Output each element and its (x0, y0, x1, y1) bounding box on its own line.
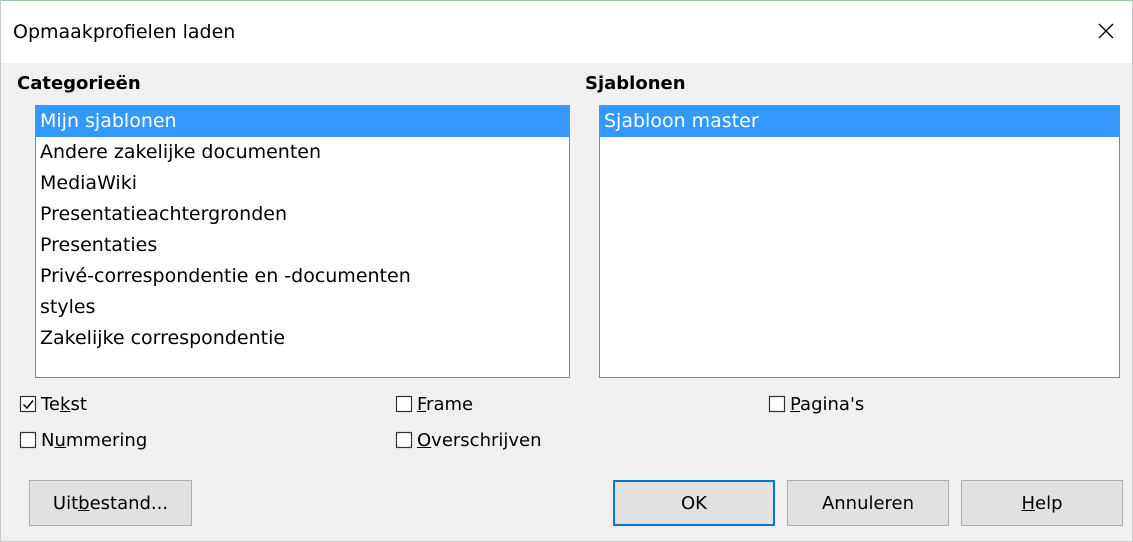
checkbox-paginas[interactable]: Pagina's (768, 394, 864, 415)
categories-list-item[interactable]: Zakelijke correspondentie (36, 323, 569, 354)
help-button[interactable]: Help (961, 480, 1123, 526)
load-styles-dialog: Opmaakprofielen laden Categorieën Mijn s… (0, 0, 1133, 542)
templates-label: Sjablonen (585, 73, 686, 94)
categories-listbox[interactable]: Mijn sjablonen Andere zakelijke documente… (35, 105, 570, 378)
categories-list-item[interactable]: Presentaties (36, 230, 569, 261)
templates-listbox[interactable]: Sjabloon master (599, 105, 1120, 378)
close-icon (1098, 23, 1114, 39)
checkbox-overschrijven-label: Overschrijven (417, 430, 542, 451)
categories-list-item[interactable]: Mijn sjablonen (36, 106, 569, 137)
dialog-title: Opmaakprofielen laden (13, 21, 236, 43)
categories-list-item[interactable]: styles (36, 292, 569, 323)
checkbox-checked-icon (19, 395, 37, 413)
templates-list-item[interactable]: Sjabloon master (600, 106, 1119, 137)
close-button[interactable] (1086, 11, 1126, 51)
checkbox-paginas-label: Pagina's (790, 394, 865, 415)
checkbox-unchecked-icon (395, 431, 413, 449)
categories-list-item[interactable]: Andere zakelijke documenten (36, 137, 569, 168)
categories-list-item[interactable]: MediaWiki (36, 168, 569, 199)
checkbox-tekst[interactable]: Tekst (19, 394, 87, 415)
categories-list-item[interactable]: Presentatieachtergronden (36, 199, 569, 230)
title-bar: Opmaakprofielen laden (1, 0, 1132, 63)
categories-list-item[interactable]: Privé-correspondentie en -documenten (36, 261, 569, 292)
cancel-button[interactable]: Annuleren (787, 480, 949, 526)
checkbox-overschrijven[interactable]: Overschrijven (395, 430, 542, 451)
checkbox-frame[interactable]: Frame (395, 394, 473, 415)
from-file-button[interactable]: Uit b estand... (29, 480, 192, 526)
categories-label: Categorieën (17, 73, 141, 94)
checkbox-unchecked-icon (19, 431, 37, 449)
checkbox-frame-label: Frame (417, 394, 474, 415)
ok-button[interactable]: OK (613, 480, 775, 526)
checkbox-tekst-label: Tekst (41, 394, 87, 415)
checkbox-unchecked-icon (768, 395, 786, 413)
checkbox-nummering[interactable]: Nummering (19, 430, 147, 451)
checkbox-nummering-label: Nummering (41, 430, 148, 451)
checkbox-unchecked-icon (395, 395, 413, 413)
